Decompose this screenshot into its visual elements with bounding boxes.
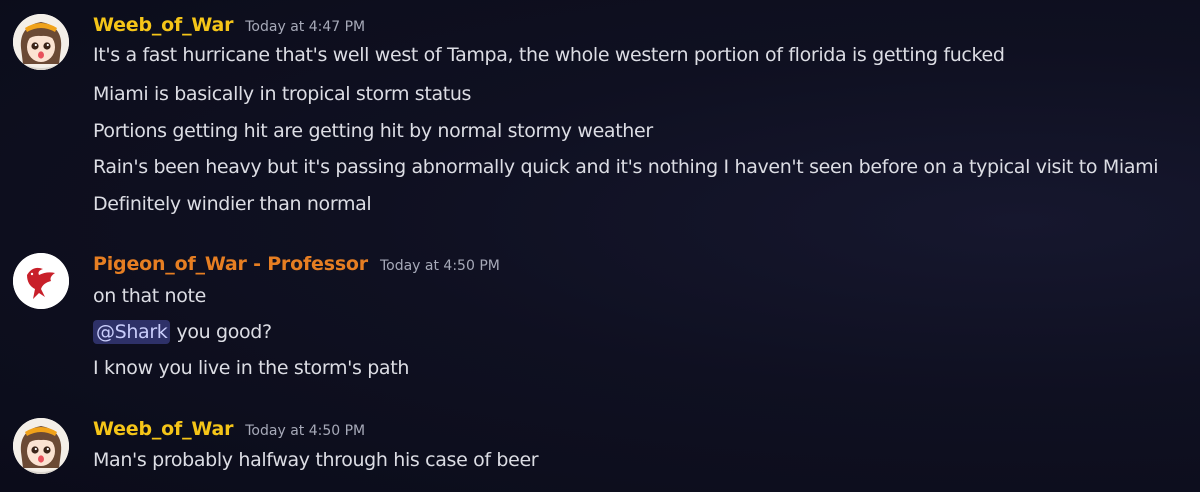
message-header: Pigeon_of_War - Professor Today at 4:50 … [93,253,500,279]
message-header: Weeb_of_War Today at 4:47 PM [93,14,365,40]
message-line: Definitely windier than normal [93,193,372,215]
username[interactable]: Weeb_of_War [93,14,233,36]
timestamp[interactable]: Today at 4:50 PM [245,423,365,439]
timestamp[interactable]: Today at 4:50 PM [380,258,500,274]
timestamp[interactable]: Today at 4:47 PM [245,19,365,35]
message-line: It's a fast hurricane that's well west o… [93,44,1005,66]
message-line: on that note [93,285,206,307]
user-mention[interactable]: @Shark [93,320,171,344]
message-line: @Shark you good? [93,320,272,344]
message-line: Rain's been heavy but it's passing abnor… [93,156,1159,178]
message-text: you good? [176,321,272,343]
anime-girl-avatar-icon[interactable] [13,14,69,70]
message-header: Weeb_of_War Today at 4:50 PM [93,418,365,444]
message-line: Portions getting hit are getting hit by … [93,120,653,142]
anime-girl-avatar-icon[interactable] [13,418,69,474]
message-line: Man's probably halfway through his case … [93,449,539,471]
red-pigeon-avatar-icon[interactable] [13,253,69,309]
message-line: I know you live in the storm's path [93,357,410,379]
username[interactable]: Weeb_of_War [93,418,233,440]
chat-message-list: Weeb_of_War Today at 4:47 PM It's a fast… [0,0,1200,492]
username[interactable]: Pigeon_of_War - Professor [93,253,368,275]
message-line: Miami is basically in tropical storm sta… [93,83,472,105]
